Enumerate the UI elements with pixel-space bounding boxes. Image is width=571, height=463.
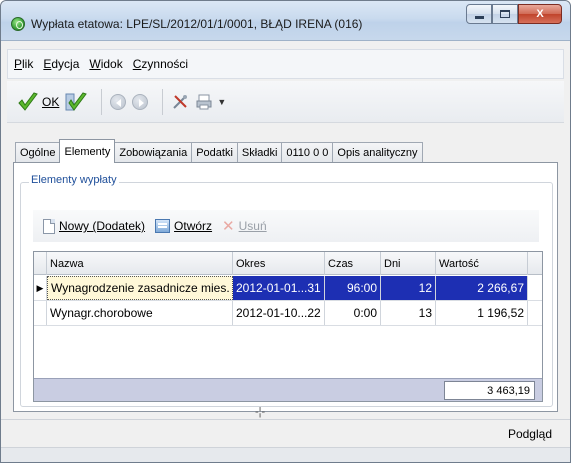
row-indicator-icon <box>34 301 47 325</box>
delete-icon: ✕ <box>222 217 235 235</box>
minimize-icon <box>474 15 484 19</box>
checkmark-icon <box>65 91 88 113</box>
title-bar[interactable]: Wypłata etatowa: LPE/SL/2012/01/1/0001, … <box>1 1 570 41</box>
tools-icon[interactable] <box>171 93 189 111</box>
menu-edycja[interactable]: Edycja <box>43 57 79 71</box>
open-button[interactable]: Otwórz <box>155 219 212 233</box>
cell-nazwa[interactable]: Wynagr.chorobowe <box>47 301 233 325</box>
tab-panel-elementy: Elementy wypłaty Nowy (Dodatek) Otwórz ✕… <box>13 162 558 412</box>
tab-strip: Ogólne Elementy Zobowiązania Podatki Skł… <box>15 139 423 163</box>
cell-czas[interactable]: 96:00 <box>325 276 381 300</box>
groupbox-title: Elementy wypłaty <box>29 174 119 186</box>
cell-okres[interactable]: 2012-01-10...22 <box>233 301 325 325</box>
menu-widok[interactable]: Widok <box>89 57 122 71</box>
elements-groupbox: Elementy wypłaty Nowy (Dodatek) Otwórz ✕… <box>20 174 553 407</box>
delete-button[interactable]: ✕ Usuń <box>222 219 267 234</box>
caption-buttons: X <box>466 4 562 26</box>
menu-plik[interactable]: Plik <box>14 57 33 71</box>
close-icon: X <box>536 8 544 20</box>
cell-dni[interactable]: 13 <box>381 301 436 325</box>
total-value: 3 463,19 <box>444 381 535 400</box>
table-row[interactable]: Wynagr.chorobowe 2012-01-10...22 0:00 13… <box>34 301 542 326</box>
header-filler <box>528 252 542 275</box>
app-icon <box>11 17 25 31</box>
cell-nazwa[interactable]: Wynagrodzenie zasadnicze mies. <box>47 276 233 300</box>
tab-zobowiazania[interactable]: Zobowiązania <box>114 142 193 163</box>
delete-label: Usuń <box>238 219 267 233</box>
chevron-down-icon[interactable]: ▼ <box>217 97 226 107</box>
maximize-icon <box>500 10 510 18</box>
window-title: Wypłata etatowa: LPE/SL/2012/01/1/0001, … <box>31 17 363 31</box>
tab-elementy[interactable]: Elementy <box>59 139 116 163</box>
main-window: Wypłata etatowa: LPE/SL/2012/01/1/0001, … <box>0 0 571 463</box>
column-header-nazwa[interactable]: Nazwa <box>47 252 233 275</box>
grid-summary-row: 3 463,19 <box>34 378 542 401</box>
table-row[interactable]: ▶ Wynagrodzenie zasadnicze mies. 2012-01… <box>34 276 542 301</box>
grid-header: Nazwa Okres Czas Dni Wartość <box>34 252 542 275</box>
checkmark-icon <box>17 91 39 113</box>
tab-opis-analityczny[interactable]: Opis analityczny <box>332 142 423 163</box>
column-header-dni[interactable]: Dni <box>381 252 436 275</box>
ok-label: OK <box>42 94 60 109</box>
cell-wartosc[interactable]: 2 266,67 <box>436 276 528 300</box>
print-icon[interactable] <box>195 93 213 111</box>
previous-record-icon[interactable] <box>110 93 127 110</box>
column-header-wartosc[interactable]: Wartość <box>436 252 528 275</box>
toolbar-separator <box>101 88 103 115</box>
open-form-icon <box>155 219 171 233</box>
maximize-button[interactable] <box>492 4 518 24</box>
elements-toolbar: Nowy (Dodatek) Otwórz ✕ Usuń <box>33 210 539 242</box>
new-document-icon <box>43 218 55 234</box>
menu-bar: Plik Edycja Widok Czynności <box>7 49 564 79</box>
ok-button[interactable]: OK <box>17 91 59 113</box>
preview-label[interactable]: Podgląd <box>508 427 552 441</box>
cell-czas[interactable]: 0:00 <box>325 301 381 325</box>
cell-dni[interactable]: 12 <box>381 276 436 300</box>
menu-czynnosci[interactable]: Czynności <box>133 57 188 71</box>
close-button[interactable]: X <box>518 4 562 24</box>
tab-podatki[interactable]: Podatki <box>191 142 238 163</box>
toolbar-separator <box>162 88 164 115</box>
minimize-button[interactable] <box>466 4 492 24</box>
row-indicator-icon: ▶ <box>34 276 47 300</box>
tab-ogolne[interactable]: Ogólne <box>15 142 61 163</box>
cell-wartosc[interactable]: 1 196,52 <box>436 301 528 325</box>
status-bar: Podgląd <box>1 419 570 447</box>
cell-okres[interactable]: 2012-01-01...31 <box>233 276 325 300</box>
open-label: Otwórz <box>174 219 213 233</box>
column-header-czas[interactable]: Czas <box>325 252 381 275</box>
new-button[interactable]: Nowy (Dodatek) <box>43 218 146 234</box>
indicator-column-header <box>34 252 47 275</box>
column-header-okres[interactable]: Okres <box>233 252 325 275</box>
new-label: Nowy (Dodatek) <box>59 219 146 233</box>
bottom-strip <box>1 447 570 462</box>
splitter-handle[interactable]: -¦- <box>255 406 265 418</box>
save-close-button[interactable] <box>65 91 88 113</box>
tab-skladki[interactable]: Składki <box>236 142 283 163</box>
tab-0110[interactable]: 0110 0 0 <box>281 142 334 163</box>
main-toolbar: OK ▼ <box>7 81 564 123</box>
elements-grid: Nazwa Okres Czas Dni Wartość ▶ Wynagrodz… <box>33 251 543 402</box>
next-record-icon[interactable] <box>132 93 149 110</box>
